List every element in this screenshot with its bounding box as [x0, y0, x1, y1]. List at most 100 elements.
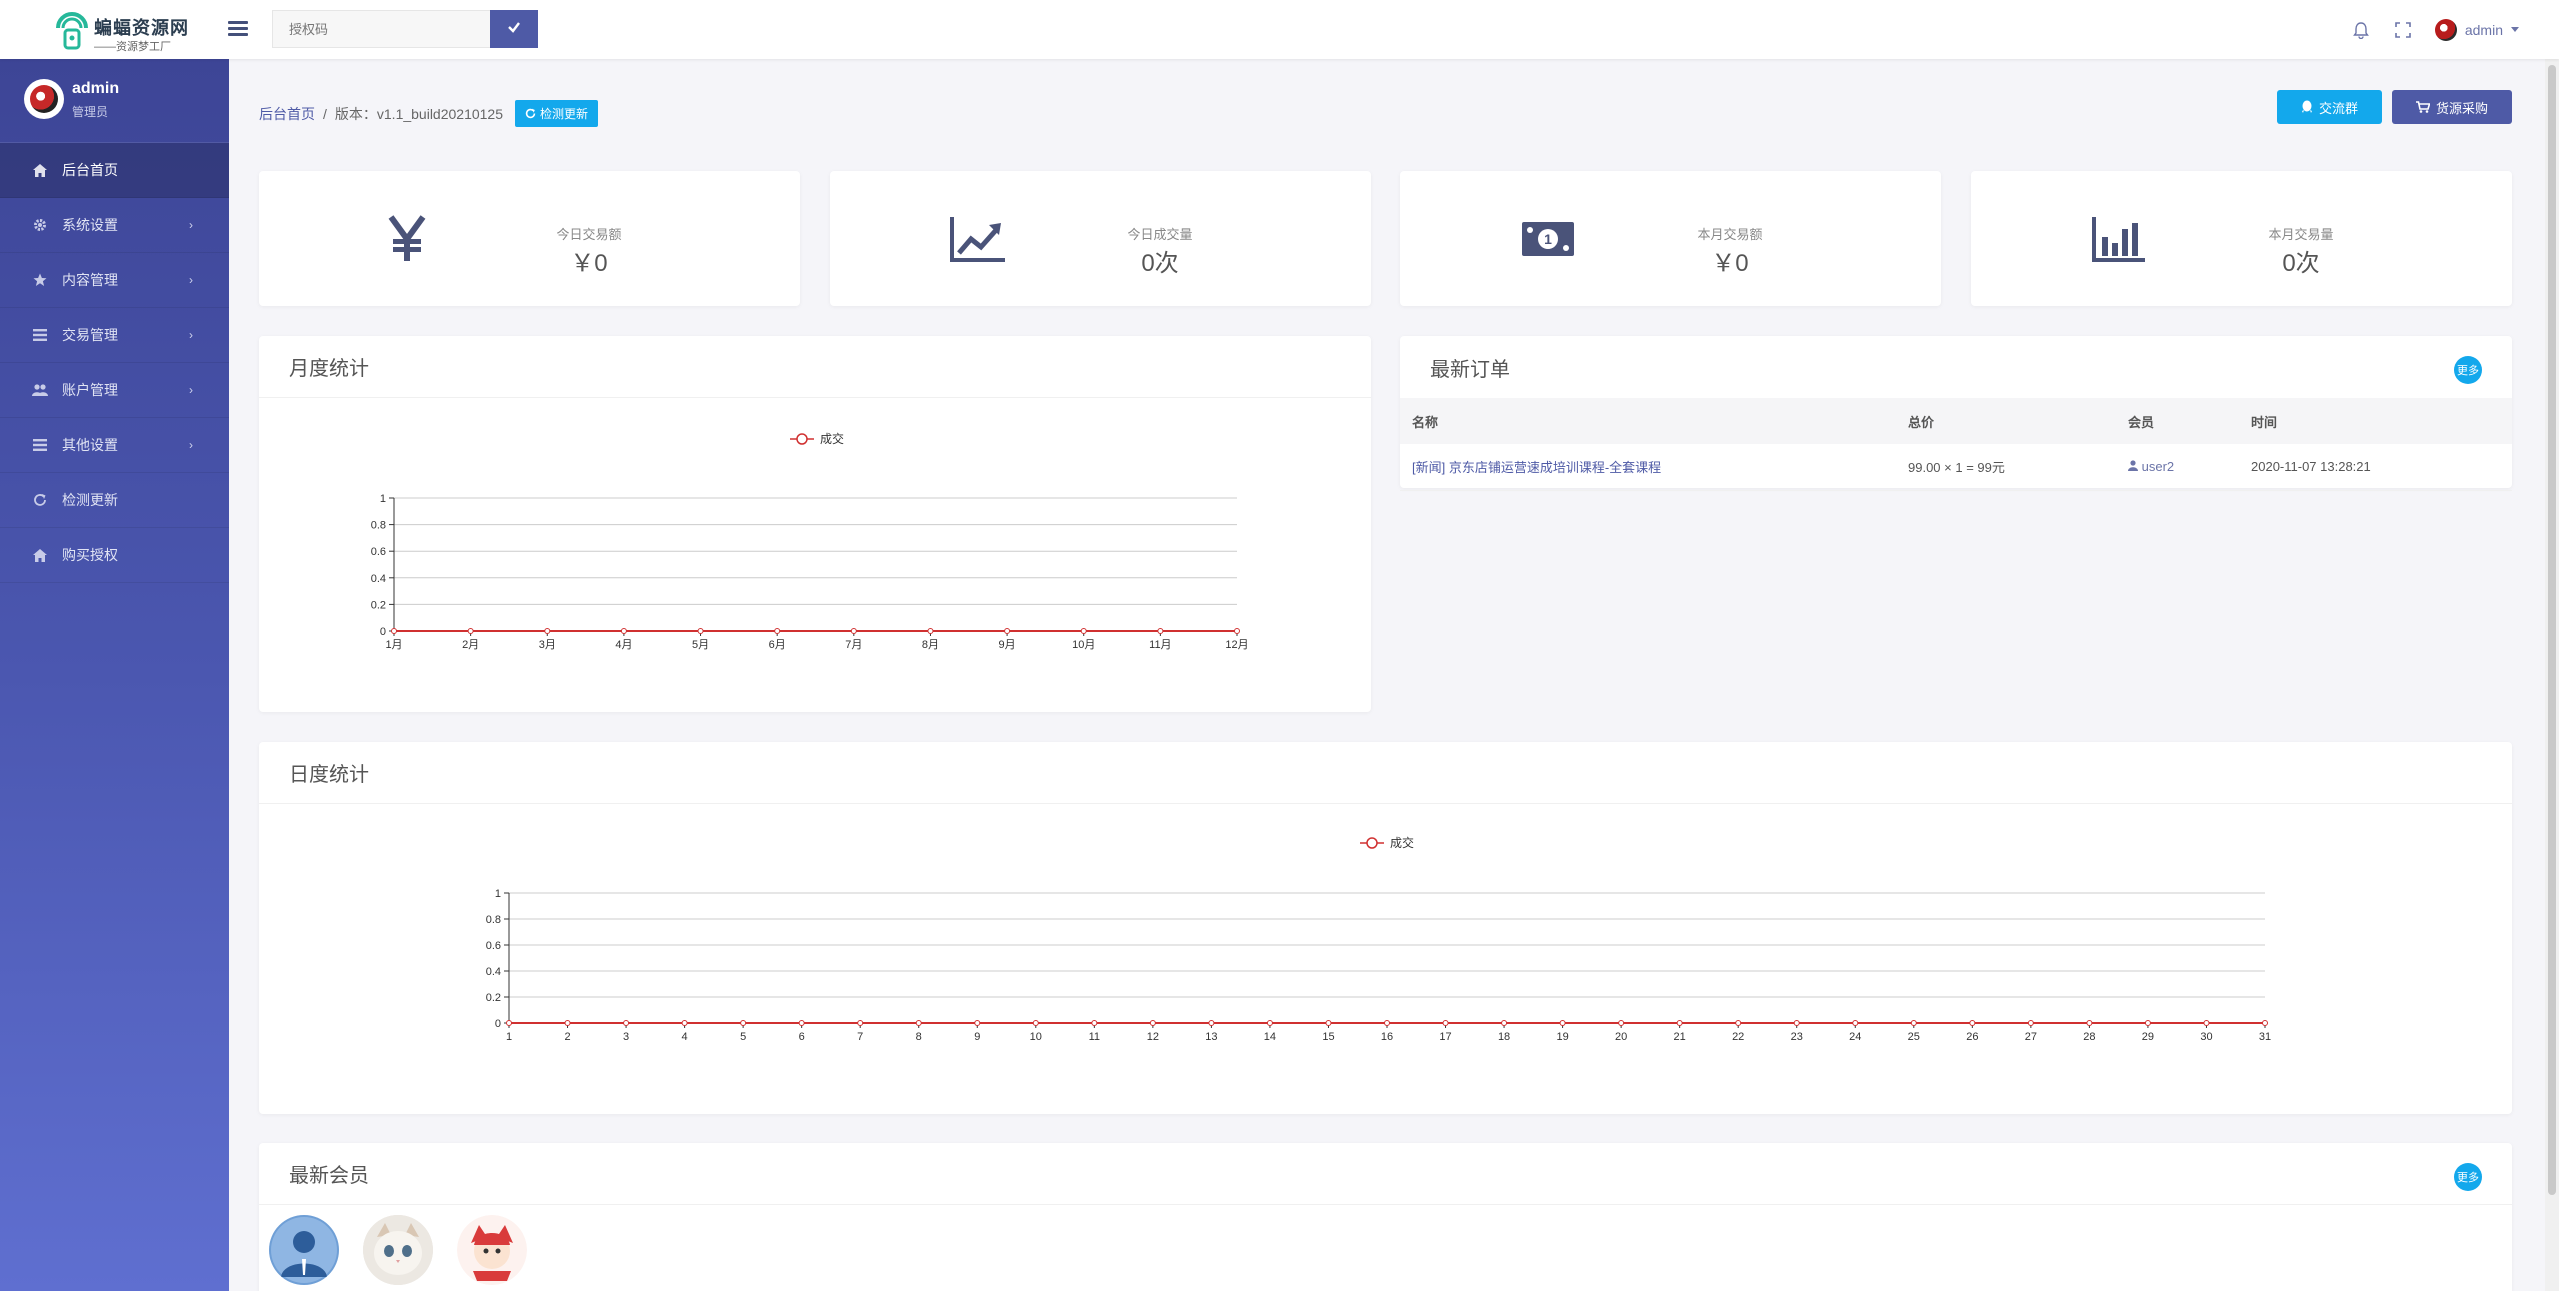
license-submit-button[interactable]	[490, 10, 538, 48]
refresh-icon	[32, 492, 48, 508]
card-title: 月度统计	[259, 336, 1371, 398]
cart-icon	[2415, 101, 2430, 113]
breadcrumb: 后台首页 / 版本：v1.1_build20210125 检测更新	[259, 100, 599, 127]
star-icon	[32, 272, 48, 288]
data-point	[1501, 1020, 1508, 1026]
data-point	[1149, 1020, 1156, 1026]
chat-group-button[interactable]: 交流群	[2276, 90, 2382, 124]
order-member[interactable]: user2	[2116, 444, 2239, 491]
bell-icon[interactable]	[2351, 20, 2371, 40]
x-tick-label: 29	[2142, 1031, 2154, 1043]
purchase-button[interactable]: 货源采购	[2391, 90, 2512, 124]
x-tick-label: 25	[1908, 1031, 1920, 1043]
x-tick-label: 3月	[539, 639, 556, 651]
avatar	[2434, 19, 2457, 41]
member-avatar[interactable]	[363, 1215, 433, 1285]
logo-slogan: ——资源梦工厂	[94, 41, 171, 53]
data-point	[1852, 1020, 1859, 1026]
data-point	[1793, 1020, 1800, 1026]
monthly-line-chart: 成交00.20.40.60.811月 2月 3月 4月 5月 6月 7月 8月 9月 10月 11月…	[371, 431, 1249, 651]
purchase-label: 货源采购	[2435, 100, 2488, 116]
chat-group-label: 交流群	[2318, 100, 2358, 116]
x-tick-label: 12月	[1225, 639, 1248, 651]
x-tick-label: 1月	[385, 639, 402, 651]
legend-label: 成交	[820, 431, 844, 446]
daily-title: 日度统计	[289, 764, 369, 786]
member-avatar[interactable]	[457, 1215, 527, 1285]
sidebar: admin 管理员 后台首页 系统设置 › 内容管理 › 交易管理 › 账户管理…	[0, 59, 229, 1291]
data-point	[506, 1020, 512, 1026]
user-icon	[2128, 460, 2138, 472]
version-text: 版本：v1.1_build20210125	[334, 105, 504, 122]
scrollbar-thumb[interactable]	[2548, 65, 2556, 1195]
chart-legend: 成交	[790, 431, 844, 446]
y-tick-label: 0.2	[486, 992, 501, 1004]
member-avatar[interactable]	[269, 1215, 339, 1285]
order-time: 2020-11-07 13:28:21	[2239, 444, 2512, 491]
sidebar-item-label: 检测更新	[62, 492, 118, 508]
sidebar-item-other-settings[interactable]: 其他设置 ›	[0, 418, 229, 473]
column-header: 会员	[2116, 398, 2239, 444]
data-point	[1234, 628, 1240, 634]
x-tick-label: 7	[857, 1031, 863, 1043]
fullscreen-icon[interactable]	[2393, 20, 2413, 40]
x-tick-label: 21	[1674, 1031, 1686, 1043]
breadcrumb-home-link[interactable]: 后台首页	[259, 104, 315, 124]
members-title: 最新会员	[289, 1165, 369, 1187]
sidebar-item-trade[interactable]: 交易管理 ›	[0, 308, 229, 363]
order-name-link[interactable]: [新闻] 京东店铺运营速成培训课程-全套课程	[1400, 444, 1896, 491]
legend-label: 成交	[1390, 835, 1414, 850]
y-tick-label: 0	[495, 1018, 501, 1030]
y-tick-label: 0.2	[371, 599, 386, 611]
breadcrumb-separator: /	[323, 105, 327, 122]
y-tick-label: 0	[380, 626, 386, 638]
sidebar-item-buy-license[interactable]: 购买授权	[0, 528, 229, 583]
license-code-input[interactable]	[272, 10, 490, 48]
stat-value: 0次	[2282, 250, 2320, 277]
sidebar-item-label: 系统设置	[62, 217, 118, 233]
x-tick-label: 22	[1732, 1031, 1744, 1043]
refresh-icon	[525, 108, 536, 119]
sidebar-item-home[interactable]: 后台首页	[0, 143, 229, 198]
data-point	[857, 1020, 864, 1026]
sidebar-item-check-update[interactable]: 检测更新	[0, 473, 229, 528]
legend-marker	[796, 433, 808, 445]
logo[interactable]: 蝙蝠资源网 ——资源梦工厂	[52, 8, 192, 53]
page-scrollbar[interactable]	[2545, 59, 2559, 1291]
sidebar-user-role: 管理员	[72, 105, 109, 119]
chart-legend: 成交	[1360, 835, 1414, 850]
orders-title: 最新订单	[1430, 358, 1510, 381]
chevron-right-icon: ›	[189, 218, 193, 232]
x-tick-label: 13	[1205, 1031, 1217, 1043]
sidebar-item-accounts[interactable]: 账户管理 ›	[0, 363, 229, 418]
card-title: 最新订单 更多	[1400, 336, 2512, 398]
x-tick-label: 27	[2025, 1031, 2037, 1043]
x-tick-label: 17	[1439, 1031, 1451, 1043]
table-header-row: 名称 总价 会员 时间	[1400, 398, 2512, 444]
data-point	[564, 1020, 571, 1026]
stat-value: ￥0	[570, 250, 608, 277]
check-update-button[interactable]: 检测更新	[515, 100, 599, 127]
members-more-button[interactable]: 更多	[2454, 1163, 2482, 1191]
qq-icon	[2301, 100, 2312, 113]
sidebar-item-system-settings[interactable]: 系统设置 ›	[0, 198, 229, 253]
y-tick-label: 1	[380, 493, 386, 505]
column-header: 时间	[2239, 398, 2512, 444]
x-tick-label: 7月	[845, 639, 862, 651]
data-point	[1559, 1020, 1566, 1026]
list-icon	[32, 437, 48, 453]
sidebar-item-label: 后台首页	[62, 162, 118, 178]
column-header: 总价	[1896, 398, 2116, 444]
y-tick-label: 0.8	[486, 914, 501, 926]
stat-label: 今日交易额	[556, 227, 622, 242]
x-tick-label: 9	[974, 1031, 980, 1043]
orders-more-button[interactable]: 更多	[2454, 356, 2482, 384]
x-tick-label: 4	[682, 1031, 688, 1043]
latest-orders-card: 最新订单 更多 名称 总价 会员 时间 [新闻] 京东店铺运营速成培训课程-全套…	[1400, 336, 2512, 491]
user-menu[interactable]: admin	[2434, 19, 2519, 41]
menu-toggle-icon[interactable]	[228, 18, 248, 40]
sidebar-item-content[interactable]: 内容管理 ›	[0, 253, 229, 308]
data-point	[1157, 628, 1164, 634]
check-icon	[508, 21, 520, 33]
y-tick-label: 0.4	[486, 966, 501, 978]
